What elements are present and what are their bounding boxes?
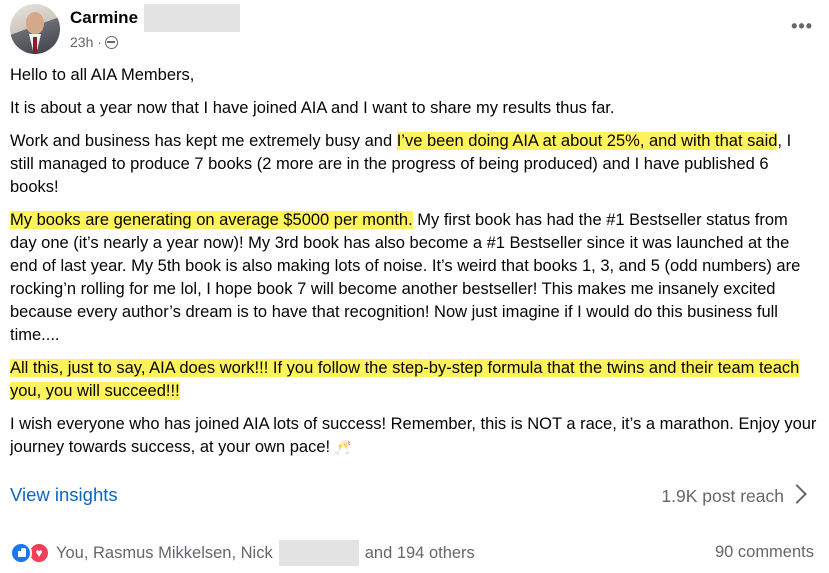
avatar[interactable] bbox=[10, 4, 60, 54]
post-paragraph-2: Work and business has kept me extremely … bbox=[10, 130, 818, 199]
p3-text-b: My first book has had the #1 Bestseller … bbox=[10, 211, 801, 344]
post-paragraph-4: All this, just to say, AIA does work!!! … bbox=[10, 357, 818, 403]
globe-icon bbox=[104, 35, 118, 49]
chevron-right-icon[interactable] bbox=[787, 484, 807, 504]
insights-row: View insights 1.9K post reach bbox=[10, 482, 818, 512]
reaction-like-icon[interactable] bbox=[10, 542, 32, 564]
avatar-face bbox=[26, 12, 44, 34]
post-body: Hello to all AIA Members, It is about a … bbox=[10, 64, 818, 469]
reactors-others[interactable]: and 194 others bbox=[365, 544, 475, 563]
reactors-names[interactable]: You, Rasmus Mikkelsen, Nick bbox=[56, 544, 273, 563]
post-paragraph-5: I wish everyone who has joined AIA lots … bbox=[10, 413, 818, 459]
post-paragraph-3: My books are generating on average $5000… bbox=[10, 209, 818, 347]
more-options-button[interactable]: ••• bbox=[791, 16, 813, 37]
cheers-emoji-icon: 🥂 bbox=[334, 439, 352, 455]
avatar-tie bbox=[33, 37, 37, 54]
post-greeting: Hello to all AIA Members, bbox=[10, 66, 195, 84]
p4-highlight: All this, just to say, AIA does work!!! … bbox=[10, 359, 800, 400]
comments-count[interactable]: 90 comments bbox=[715, 543, 814, 562]
p2-text-a: Work and business has kept me extremely … bbox=[10, 132, 397, 150]
p5-text: I wish everyone who has joined AIA lots … bbox=[10, 415, 817, 456]
post-meta: 23h · bbox=[70, 34, 118, 50]
reactions-row: ♥ You, Rasmus Mikkelsen, Nick and 194 ot… bbox=[10, 540, 818, 566]
view-insights-link[interactable]: View insights bbox=[10, 484, 118, 506]
redacted-name bbox=[278, 540, 359, 566]
author-row: Carmine bbox=[70, 4, 241, 32]
author-name[interactable]: Carmine bbox=[70, 8, 138, 28]
p3-highlight: My books are generating on average $5000… bbox=[10, 211, 413, 229]
post-timestamp[interactable]: 23h · bbox=[70, 34, 102, 50]
p2-highlight: I’ve been doing AIA at about 25%, and wi… bbox=[396, 132, 778, 150]
post-paragraph-1: It is about a year now that I have joine… bbox=[10, 99, 615, 117]
post-header: Carmine 23h · ••• bbox=[10, 4, 819, 58]
post-reach[interactable]: 1.9K post reach bbox=[661, 486, 784, 507]
redacted-lastname bbox=[144, 4, 241, 32]
